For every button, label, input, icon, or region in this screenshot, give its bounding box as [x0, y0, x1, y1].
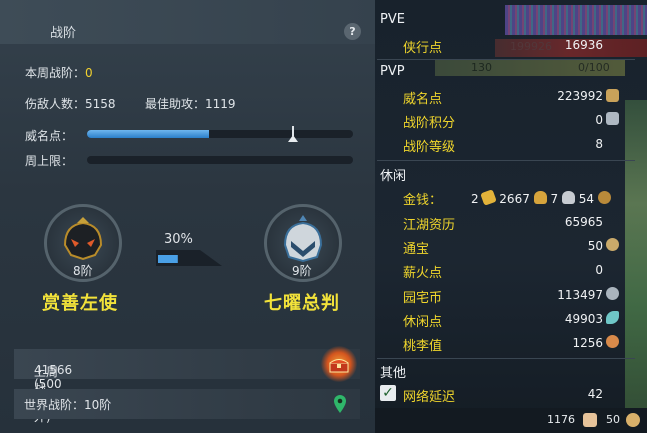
- background-hp-left: 130: [471, 61, 492, 74]
- rank-progress-arrow: [156, 250, 222, 266]
- best-assist: 最佳助攻：1119: [145, 97, 236, 111]
- network-latency-value: 42: [587, 387, 603, 401]
- leaf-icon: [606, 311, 619, 324]
- rank-panel: 战阶 ? 本周战阶：0 伤敌人数：5158 最佳助攻：1119 威名点： 周上限…: [0, 0, 375, 433]
- help-button[interactable]: ?: [344, 23, 361, 40]
- next-rank-level: 9阶: [292, 264, 312, 278]
- helmet-icon: [283, 215, 323, 263]
- reward-chest-button[interactable]: [321, 346, 357, 382]
- week-rank-value: 0: [85, 66, 93, 80]
- prestige-marker-icon: [288, 126, 298, 142]
- rank-progress-percent: 30%: [164, 232, 193, 247]
- currency-panel: 199926 130 0/100 PVE 侠行点 16936 PVP 威名点 2…: [375, 0, 647, 433]
- section-other: 其他: [380, 366, 407, 381]
- helmet-icon: [63, 217, 103, 261]
- rank-progress-fill: [158, 255, 178, 263]
- tongbao-coin-icon: [606, 238, 619, 251]
- current-rank-level: 8阶: [73, 264, 93, 278]
- leisure-points-value: 49903: [564, 312, 603, 326]
- money-values: 2 2667 7 54: [471, 189, 611, 206]
- estate-coin-icon: [606, 287, 619, 300]
- section-leisure: 休闲: [380, 169, 407, 184]
- prestige-coin-icon: [606, 89, 619, 102]
- panel-header: 战阶 ?: [0, 0, 375, 44]
- money-label: 金钱：: [403, 193, 443, 208]
- prestige-label: 威名点：: [25, 129, 74, 143]
- bottom-count-a: 1176: [547, 413, 575, 426]
- rank-level-value: 8: [595, 137, 603, 151]
- week-rank-label: 本周战阶：: [25, 66, 86, 80]
- kills-count: 伤敌人数：5158: [25, 97, 116, 111]
- weekly-cap-label: 周上限：: [25, 154, 74, 168]
- jianghu-seniority-value: 65965: [564, 215, 603, 229]
- torch-points-label: 薪火点: [403, 266, 443, 281]
- background-scene: [625, 100, 647, 410]
- gold-ingot-icon: [480, 189, 498, 206]
- bag-icon[interactable]: [583, 413, 597, 427]
- chivalry-points-label: 侠行点: [403, 41, 443, 56]
- world-rank-strip: 世界战阶：10阶: [14, 389, 360, 419]
- silver-value: 2667: [499, 192, 530, 206]
- rank-score-label: 战阶积分: [403, 116, 456, 131]
- silver-ingot-icon: [533, 191, 547, 204]
- bottom-count-b: 50: [606, 413, 620, 426]
- peach-plum-label: 桃李值: [403, 339, 443, 354]
- coin-value: 54: [578, 192, 595, 206]
- background-hp-bar: 130 0/100: [435, 60, 625, 76]
- current-rank-name: 赏善左使: [42, 293, 118, 314]
- chest-icon: [329, 359, 349, 373]
- torch-points-value: 0: [595, 263, 603, 277]
- copper-value: 7: [550, 192, 559, 206]
- divider: [377, 358, 635, 359]
- prestige-bar: [87, 126, 353, 142]
- section-pve: PVE: [380, 12, 405, 27]
- peach-plum-value: 1256: [572, 336, 603, 350]
- coin-icon: [597, 191, 611, 204]
- copper-ingot-icon: [561, 191, 575, 204]
- tongbao-value: 50: [587, 239, 603, 253]
- rank-level-label: 战阶等级: [403, 140, 456, 155]
- network-latency-label: 网络延迟: [403, 390, 456, 405]
- prestige-points-value: 223992: [557, 89, 603, 103]
- coin-icon[interactable]: [626, 413, 640, 427]
- background-hp-right: 0/100: [578, 61, 610, 74]
- gold-value: 2: [471, 192, 479, 206]
- rank-score-value: 0: [595, 113, 603, 127]
- section-pvp: PVP: [380, 64, 405, 79]
- week-rank-row: 本周战阶：0: [25, 64, 93, 81]
- world-rank: 世界战阶：10阶: [24, 398, 112, 412]
- prestige-bar-fill: [87, 130, 210, 138]
- bottom-bar: 1176 50: [375, 408, 647, 433]
- leisure-points-label: 休闲点: [403, 315, 443, 330]
- peach-icon: [606, 335, 619, 348]
- last-week-strip: 上周战阶：41566 (500名以外): [14, 349, 360, 424]
- chivalry-points-value: 16936: [564, 38, 603, 52]
- estate-coin-value: 113497: [557, 288, 603, 302]
- divider: [377, 160, 635, 161]
- rank-badge-icon: [606, 112, 619, 125]
- weekly-cap-bar: [87, 156, 353, 164]
- network-latency-checkbox[interactable]: ✓: [380, 385, 396, 401]
- tongbao-label: 通宝: [403, 242, 430, 257]
- divider: [377, 59, 635, 60]
- location-pin-icon[interactable]: [333, 394, 347, 414]
- next-rank-name: 七曜总判: [264, 293, 340, 314]
- jianghu-seniority-label: 江湖资历: [403, 218, 456, 233]
- prestige-points-label: 威名点: [403, 92, 443, 107]
- panel-title: 战阶: [50, 26, 77, 41]
- background-glitch-strip: [505, 5, 647, 35]
- estate-coin-label: 园宅币: [403, 291, 443, 306]
